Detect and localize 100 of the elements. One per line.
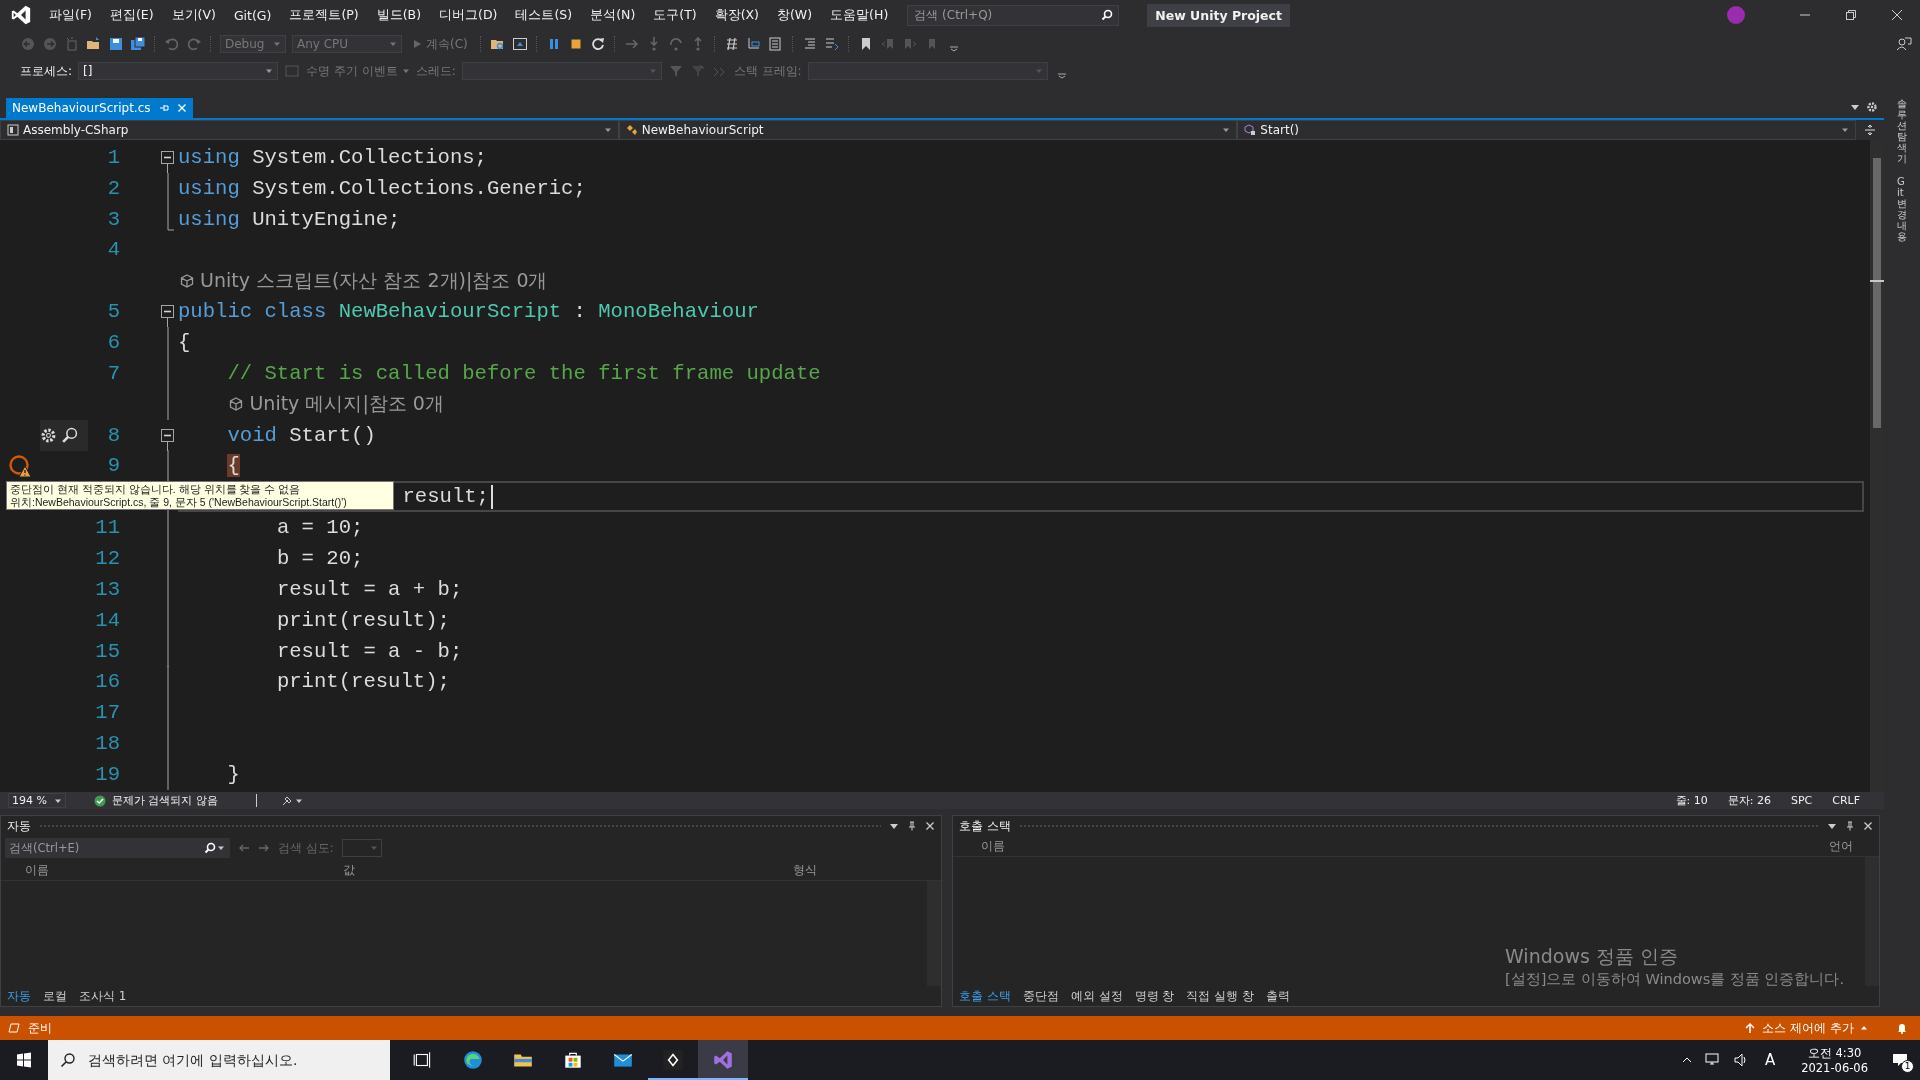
caret-icon [603,126,612,134]
save-icon[interactable] [108,36,124,52]
panel-tab[interactable]: 호출 스택 [953,987,1017,1005]
restart-icon[interactable] [589,36,606,52]
search-field[interactable]: 검색(Ctrl+E) [5,838,230,858]
panel-tab[interactable]: 조사식 1 [73,987,133,1005]
notification-icon[interactable] [1892,1052,1908,1068]
navigation-dropdown[interactable]: NewBehaviourScript [618,120,1238,140]
close-icon[interactable] [1891,9,1903,21]
close-icon[interactable] [925,821,935,831]
panel-tab[interactable]: 예외 설정 [1064,987,1129,1005]
menu-item[interactable]: 파일(F) [40,6,101,24]
menu-item[interactable]: 보기(V) [162,6,225,24]
column-indicator[interactable]: 문자: 26 [1727,793,1771,808]
code-line: b = 20; [276,546,364,570]
restore-icon[interactable] [1845,9,1857,21]
panel-tab[interactable]: 출력 [1260,987,1297,1005]
menu-item[interactable]: 확장(X) [705,6,768,24]
search-options-icon[interactable] [204,842,226,854]
menu-item[interactable]: 분석(N) [581,6,645,24]
feedback-icon[interactable] [1896,36,1912,52]
menu-item[interactable]: 창(W) [768,6,822,24]
clock-date[interactable]: 2021-06-06 [1801,1060,1868,1075]
pin-icon[interactable] [1845,821,1855,831]
fold-guide [166,450,169,482]
column-header[interactable]: 형식 [793,862,941,878]
menu-item[interactable]: 빌드(B) [367,6,431,24]
vertical-scrollbar[interactable] [1865,857,1879,986]
close-icon[interactable] [1863,821,1873,831]
redo-icon[interactable] [186,36,202,52]
issues-status[interactable]: 문제가 검색되지 않음 [112,793,218,808]
search-field[interactable]: 검색 (Ctrl+Q) [907,4,1120,26]
column-header[interactable]: 값 [343,862,793,878]
undo-icon[interactable] [164,36,180,52]
volume-icon[interactable] [1732,1052,1749,1068]
clock-time[interactable]: 오전 4:30 [1807,1045,1862,1061]
arrow-up-icon [1744,1022,1757,1034]
breakpoint-warning-icon[interactable] [8,453,32,478]
step-over-icon[interactable] [667,36,684,52]
side-tab[interactable]: Git 변경 내용 [1897,176,1907,242]
process-dropdown[interactable]: [] [78,62,279,80]
visual-studio-app-icon[interactable] [698,1040,748,1080]
menu-item[interactable]: 도구(T) [644,6,706,24]
code-line: using System.Collections.Generic; [178,176,586,200]
vertical-scrollbar[interactable] [927,881,941,986]
arrow-right-icon[interactable] [258,842,270,854]
taskbar-search-field[interactable]: 검색하려면 여기에 입력하십시오. [48,1040,390,1080]
dropdown-icon[interactable] [889,821,899,831]
panel-tab[interactable]: 명령 창 [1128,987,1181,1005]
comment-icon[interactable] [823,36,840,52]
thread-icon[interactable] [745,36,762,52]
navigation-dropdown[interactable]: Assembly-CSharp [0,120,619,140]
menu-item[interactable]: 도움말(H) [821,6,898,24]
save-all-icon[interactable] [130,36,146,52]
menu-item[interactable]: 디버그(D) [430,6,507,24]
code-line: result = a - b; [276,639,463,663]
code-line: } [227,762,240,786]
navigation-dropdown[interactable]: Start() [1237,120,1856,140]
tab-list-icon[interactable] [1850,102,1860,112]
panel-tab[interactable]: 직접 실행 창 [1180,987,1261,1005]
codelens-text[interactable]: Unity 스크립트(자산 참조 2개)|참조 0개 [200,267,548,294]
browser-icon[interactable] [511,36,528,52]
menu-item[interactable]: 테스트(S) [506,6,582,24]
line-number: 13 [95,577,120,601]
panel-tab[interactable]: 중단점 [1016,987,1065,1005]
menu-item[interactable]: 편집(E) [100,6,163,24]
caret-icon [1034,67,1043,75]
zoom-dropdown[interactable]: 194 % [8,793,66,808]
document-list-icon[interactable] [767,36,784,52]
input-method-indicator[interactable]: A [1764,1051,1776,1069]
pin-icon[interactable] [907,821,917,831]
menu-item[interactable]: Git(G) [224,7,281,23]
side-tab[interactable]: 솔루션 탐색기 [1897,98,1907,164]
network-icon[interactable] [1704,1052,1721,1068]
line-number: 11 [95,516,120,540]
quick-actions-bar[interactable] [40,419,88,451]
line-ending-indicator[interactable]: CRLF [1832,794,1860,807]
codelens-text[interactable]: Unity 메시지|참조 0개 [249,391,444,418]
settings-icon[interactable] [1866,101,1878,113]
start-icon[interactable] [16,1052,32,1068]
bell-icon[interactable] [1896,1022,1908,1034]
panel-tab[interactable]: 자동 [1,987,37,1005]
source-control-button[interactable]: 소스 제어에 추가 [1742,1019,1870,1037]
menu-item[interactable]: 프로젝트(P) [280,6,368,24]
play-icon [412,39,422,49]
column-header[interactable]: 언어 [1829,838,1879,854]
panel-tab[interactable]: 로컬 [37,987,73,1005]
column-header[interactable]: 이름 [25,862,343,878]
settings-icon[interactable] [40,426,57,444]
column-header[interactable]: 이름 [981,838,1829,854]
panel-title: 호출 스택 [959,817,1011,835]
check-circle-icon [94,794,106,807]
arrow-left-icon[interactable] [238,842,250,854]
caret-icon [1860,1024,1868,1032]
activation-message: [설정]으로 이동하여 Windows를 정품 인증합니다. [1505,970,1845,989]
open-folder-icon[interactable] [86,36,102,52]
dropdown-icon[interactable] [1827,821,1837,831]
line-indicator[interactable]: 줄: 10 [1675,793,1708,808]
whitespace-indicator[interactable]: SPC [1790,794,1813,807]
split-icon[interactable] [1864,124,1876,136]
